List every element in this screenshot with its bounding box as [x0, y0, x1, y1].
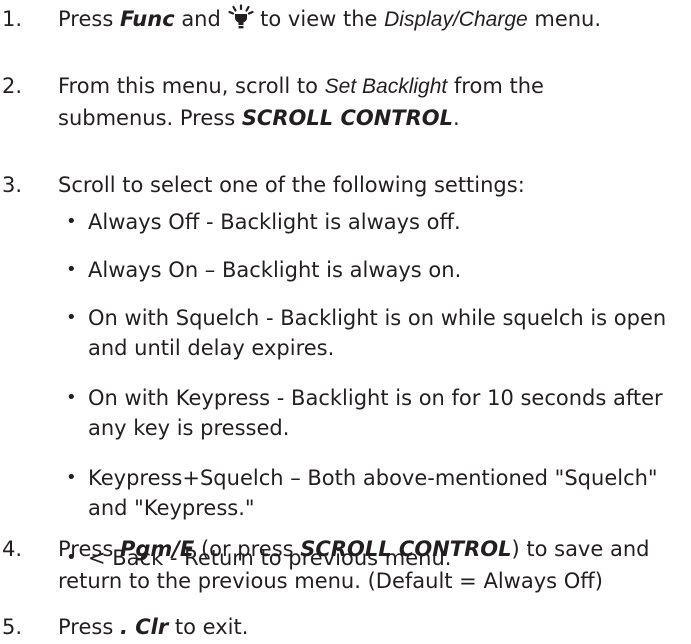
light-bulb-icon	[227, 4, 254, 30]
step-number: 5.	[2, 615, 23, 639]
bullet: •	[66, 211, 77, 232]
menu-name: Display/Charge	[384, 8, 528, 31]
option-text-line-2: and until delay expires.	[88, 336, 335, 360]
text-fragment: menu.	[527, 7, 602, 31]
scroll-control-label: SCROLL CONTROL	[300, 537, 512, 561]
bullet: •	[66, 307, 77, 328]
option-always-on: • Always On – Backlight is always on.	[66, 255, 688, 285]
step-text-line-1: Press Pgm/E (or press SCROLL CONTROL) to…	[58, 534, 678, 564]
text-fragment: Press	[58, 7, 120, 31]
option-text-line-2: any key is pressed.	[88, 416, 290, 440]
pgm-e-key-label: Pgm/E	[119, 537, 195, 561]
text-fragment: From this menu, scroll to	[58, 74, 325, 98]
bullet: •	[66, 259, 77, 280]
bullet: •	[66, 467, 77, 488]
func-key-label: Func	[119, 7, 175, 31]
text-fragment: submenus. Press	[58, 106, 242, 130]
step-text: Scroll to select one of the following se…	[58, 173, 525, 197]
step-text: Press . Clr to exit.	[58, 612, 678, 642]
option-keypress-squelch: • Keypress+Squelch – Both above-mentione…	[66, 463, 688, 523]
clr-key-label: . Clr	[119, 615, 169, 639]
step-text-line-1: From this menu, scroll to Set Backlight …	[58, 71, 678, 102]
text-fragment: from the	[447, 74, 544, 98]
text-fragment: to exit.	[168, 615, 249, 639]
step-number: 1.	[2, 7, 23, 31]
option-on-with-keypress: • On with Keypress - Backlight is on for…	[66, 383, 688, 443]
text-fragment: (or press	[194, 537, 301, 561]
submenu-name: Set Backlight	[324, 75, 448, 98]
option-text-line-1: On with Squelch - Backlight is on while …	[88, 306, 667, 330]
option-text-line-2: and "Keypress."	[88, 496, 255, 520]
option-text-line-1: On with Keypress - Backlight is on for 1…	[88, 386, 663, 410]
step-number: 3.	[2, 173, 23, 197]
text-fragment: Press	[58, 537, 120, 561]
text-fragment: to view the	[253, 7, 385, 31]
text-fragment: and	[174, 7, 228, 31]
instruction-document: 1. Press Func and to view the Display/Ch…	[0, 0, 691, 644]
text-fragment: .	[453, 106, 460, 130]
text-fragment: ) to save and	[511, 537, 650, 561]
option-text-line-1: Keypress+Squelch – Both above-mentioned …	[88, 466, 658, 490]
step-number: 2.	[2, 74, 23, 98]
scroll-control-label: SCROLL CONTROL	[241, 106, 454, 130]
step-text: Press Func and to view the Display/Charg…	[58, 4, 678, 35]
step-text-line-2: return to the previous menu. (Default = …	[58, 569, 603, 593]
option-always-off: • Always Off - Backlight is always off.	[66, 207, 688, 237]
option-text: Always Off - Backlight is always off.	[88, 210, 461, 234]
option-text: Always On – Backlight is always on.	[88, 258, 462, 282]
step-number: 4.	[2, 537, 23, 561]
option-on-with-squelch: • On with Squelch - Backlight is on whil…	[66, 303, 688, 363]
step-text-line-2: submenus. Press SCROLL CONTROL.	[58, 103, 678, 133]
text-fragment: Press	[58, 615, 120, 639]
bullet: •	[66, 387, 77, 408]
